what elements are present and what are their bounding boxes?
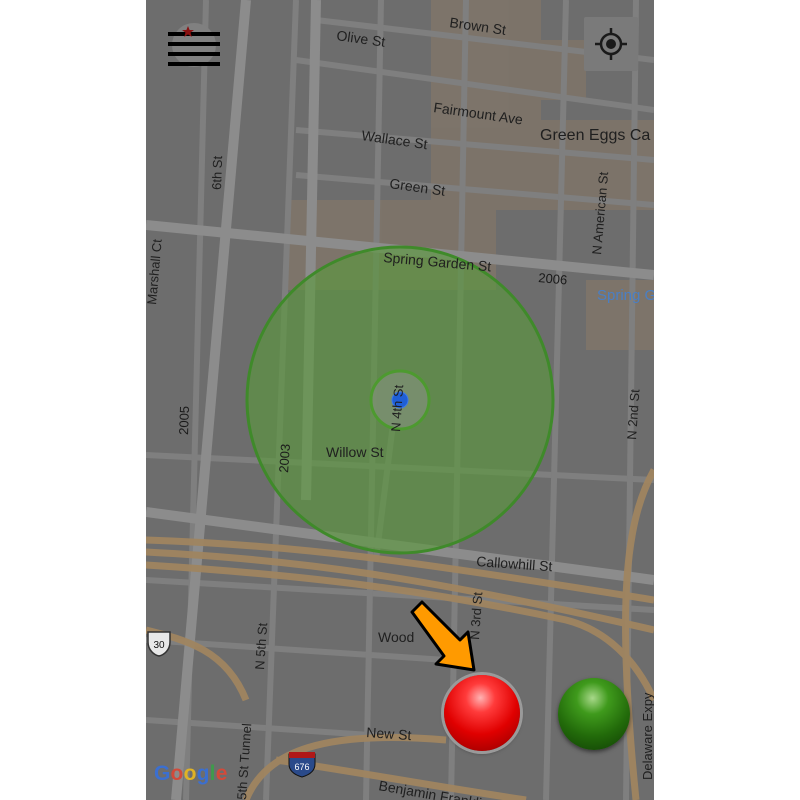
i-676-shield: 676 xyxy=(288,752,316,778)
arrow-pointer-icon xyxy=(410,600,476,672)
record-button[interactable] xyxy=(444,675,520,751)
label-spring-garden-station: Spring G xyxy=(597,287,654,304)
svg-text:676: 676 xyxy=(294,762,309,772)
map-view[interactable]: Brown St Olive St Fairmount Ave Green Eg… xyxy=(146,0,654,800)
go-button[interactable] xyxy=(558,678,630,750)
google-logo: Google xyxy=(154,762,228,785)
label-new-st: New St xyxy=(366,724,412,743)
label-delaware-expy: Delaware Expy xyxy=(640,692,654,780)
my-location-icon xyxy=(595,28,627,60)
label-marshall-ct: Marshall Ct xyxy=(146,238,165,305)
map-screen: Brown St Olive St Fairmount Ave Green Eg… xyxy=(146,0,654,800)
label-wallace-st: Wallace St xyxy=(361,127,429,152)
us-30-shield: 30 xyxy=(147,631,171,657)
hamburger-menu-icon xyxy=(168,23,220,67)
label-n-2nd-st: N 2nd St xyxy=(624,388,643,440)
route-2005: 2005 xyxy=(176,406,192,435)
label-willow-st: Willow St xyxy=(326,444,384,460)
svg-text:30: 30 xyxy=(153,640,165,651)
menu-button[interactable] xyxy=(166,20,222,70)
route-2003: 2003 xyxy=(276,443,293,473)
route-2006: 2006 xyxy=(538,270,568,287)
label-n-5th-st: N 5th St xyxy=(252,622,270,670)
label-place-green-eggs: Green Eggs Ca xyxy=(540,127,650,144)
label-6th-st: 6th St xyxy=(209,155,225,190)
my-location-button[interactable] xyxy=(584,17,638,71)
